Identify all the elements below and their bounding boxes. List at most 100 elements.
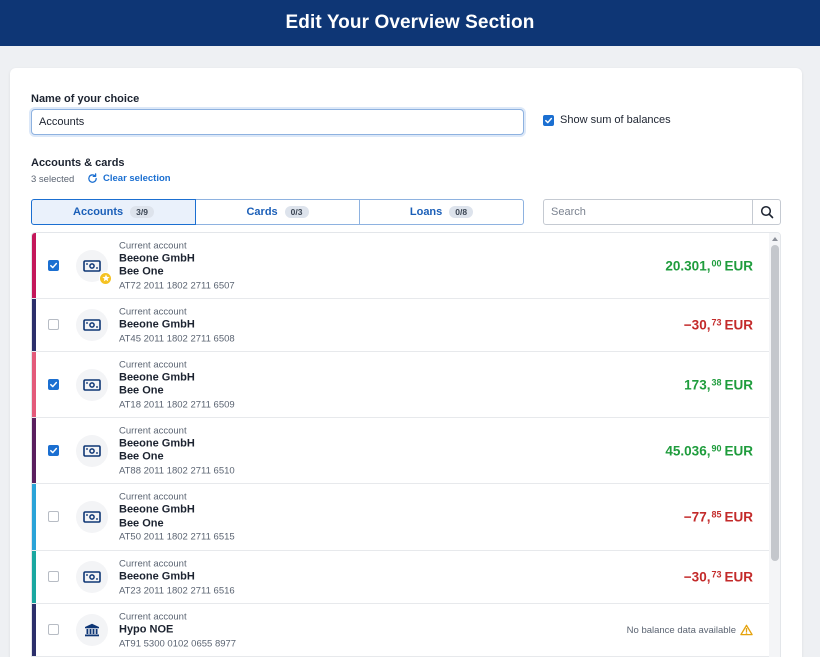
tab-accounts[interactable]: Accounts 3/9 [31, 199, 196, 225]
account-checkbox[interactable] [48, 319, 59, 330]
account-avatar [76, 309, 108, 341]
account-info: Current account Beeone GmbH AT23 2011 1802… [119, 557, 235, 597]
scroll-up-arrow[interactable] [772, 237, 778, 241]
account-type: Current account [119, 240, 187, 251]
checkmark-icon [50, 447, 58, 453]
search-icon [760, 205, 773, 219]
balance-currency: EUR [724, 377, 753, 392]
show-sum-label: Show sum of balances [560, 114, 671, 126]
account-avatar [76, 561, 108, 593]
balance-decimals: 73 [711, 317, 722, 328]
balance-integer: −77 [683, 509, 707, 525]
balance-currency: EUR [724, 317, 753, 333]
account-row[interactable]: Current account Beeone GmbH AT45 2011 1802… [32, 299, 769, 352]
banknote-icon [83, 511, 101, 523]
accounts-cards-label: Accounts & cards [31, 157, 125, 169]
account-iban: AT23 2011 1802 2711 6516 [119, 584, 235, 596]
account-info: Current account Beeone GmbH Bee One AT18 20… [119, 358, 235, 411]
banknote-icon [83, 259, 101, 272]
account-color-bar [32, 299, 36, 351]
account-info: Current account Beeone GmbH Bee One AT50 20… [119, 491, 235, 544]
account-owner: Beeone GmbH [119, 570, 195, 583]
account-balance: 173,38 EUR [684, 377, 753, 392]
search-input[interactable] [544, 200, 752, 224]
balance-integer: 45.036 [665, 443, 707, 458]
account-owner: Beeone GmbH [119, 503, 195, 516]
account-type: Current account [119, 491, 187, 503]
account-checkbox[interactable] [48, 511, 59, 522]
edit-overview-panel: Name of your choice Show sum of balances… [10, 68, 802, 657]
account-avatar [76, 249, 112, 285]
balance-integer: −30 [683, 569, 707, 585]
tab-cards[interactable]: Cards 0/3 [196, 199, 360, 225]
balance-currency: EUR [724, 443, 753, 458]
account-owner: Beeone GmbH [119, 437, 195, 449]
account-avatar [76, 434, 108, 467]
account-balance: −77,85 EUR [683, 509, 753, 525]
account-product: Bee One [119, 384, 164, 397]
favorite-badge [99, 271, 112, 285]
account-row[interactable]: Current account Beeone GmbH Bee One AT88 20… [32, 418, 769, 484]
account-checkbox[interactable] [48, 624, 59, 635]
account-row[interactable]: Current account Beeone GmbH AT23 2011 1802… [32, 551, 769, 604]
balance-decimals: 73 [711, 569, 722, 580]
no-balance-notice: No balance data available [627, 624, 753, 636]
clear-selection-button[interactable]: Clear selection [87, 173, 171, 184]
show-sum-toggle[interactable]: Show sum of balances [543, 114, 671, 126]
account-type: Current account [119, 558, 187, 570]
selected-count: 3 selected [31, 174, 75, 185]
bank-building-icon [85, 623, 99, 637]
scrollbar[interactable] [769, 233, 780, 657]
tab-count-badge: 0/3 [284, 206, 309, 218]
account-balance: 20.301,00 EUR [665, 258, 753, 273]
account-color-bar [32, 233, 36, 298]
account-balance: 45.036,90 EUR [665, 443, 753, 458]
account-row[interactable]: Current account Beeone GmbH Bee One AT72 20… [32, 233, 769, 299]
account-iban: AT88 2011 1802 2711 6510 [119, 465, 235, 476]
balance-currency: EUR [724, 509, 753, 525]
account-avatar [76, 501, 108, 533]
banknote-icon [83, 378, 101, 391]
account-color-bar [32, 418, 36, 483]
account-color-bar [32, 352, 36, 417]
tab-label: Loans [409, 206, 443, 218]
tab-count-badge: 3/9 [130, 206, 154, 218]
checkmark-icon [50, 262, 58, 268]
page-title: Edit Your Overview Section [285, 12, 535, 33]
page-header: Edit Your Overview Section [0, 0, 820, 46]
account-color-bar [32, 484, 36, 550]
checkmark-icon [50, 381, 58, 387]
name-input[interactable] [31, 109, 524, 135]
tab-loans[interactable]: Loans 0/8 [360, 199, 524, 225]
account-iban: AT91 5300 0102 0655 8977 [119, 637, 237, 649]
show-sum-checkbox[interactable] [543, 114, 554, 126]
account-row[interactable]: Current account Beeone GmbH Bee One AT18 20… [32, 352, 769, 418]
account-type: Current account [119, 425, 187, 436]
account-type: Current account [119, 359, 187, 370]
balance-currency: EUR [724, 258, 753, 273]
account-info: Current account Beeone GmbH AT45 2011 1802… [119, 305, 235, 345]
balance-integer: 173 [684, 377, 707, 392]
account-checkbox[interactable] [48, 378, 59, 390]
balance-integer: 20.301 [665, 258, 707, 273]
account-color-bar [32, 604, 36, 656]
account-avatar [76, 368, 108, 401]
account-checkbox[interactable] [48, 571, 59, 582]
account-type: Current account [119, 611, 187, 623]
account-product: Bee One [119, 450, 164, 463]
account-checkbox[interactable] [48, 444, 59, 456]
account-balance: −30,73 EUR [683, 317, 753, 333]
warning-icon [740, 624, 753, 636]
account-row[interactable]: Current account Hypo NOE AT91 5300 0102 06… [32, 604, 769, 657]
clear-selection-label: Clear selection [103, 173, 171, 184]
account-type: Current account [119, 306, 187, 318]
account-row[interactable]: Current account Beeone GmbH Bee One AT50 20… [32, 484, 769, 551]
account-info: Current account Beeone GmbH Bee One AT88 20… [119, 424, 235, 477]
account-checkbox[interactable] [48, 259, 59, 271]
account-avatar [76, 614, 108, 646]
refresh-icon [88, 173, 97, 183]
search-button[interactable] [752, 200, 780, 224]
banknote-icon [83, 319, 101, 331]
account-balance: −30,73 EUR [683, 569, 753, 585]
scrollbar-thumb[interactable] [771, 245, 779, 561]
